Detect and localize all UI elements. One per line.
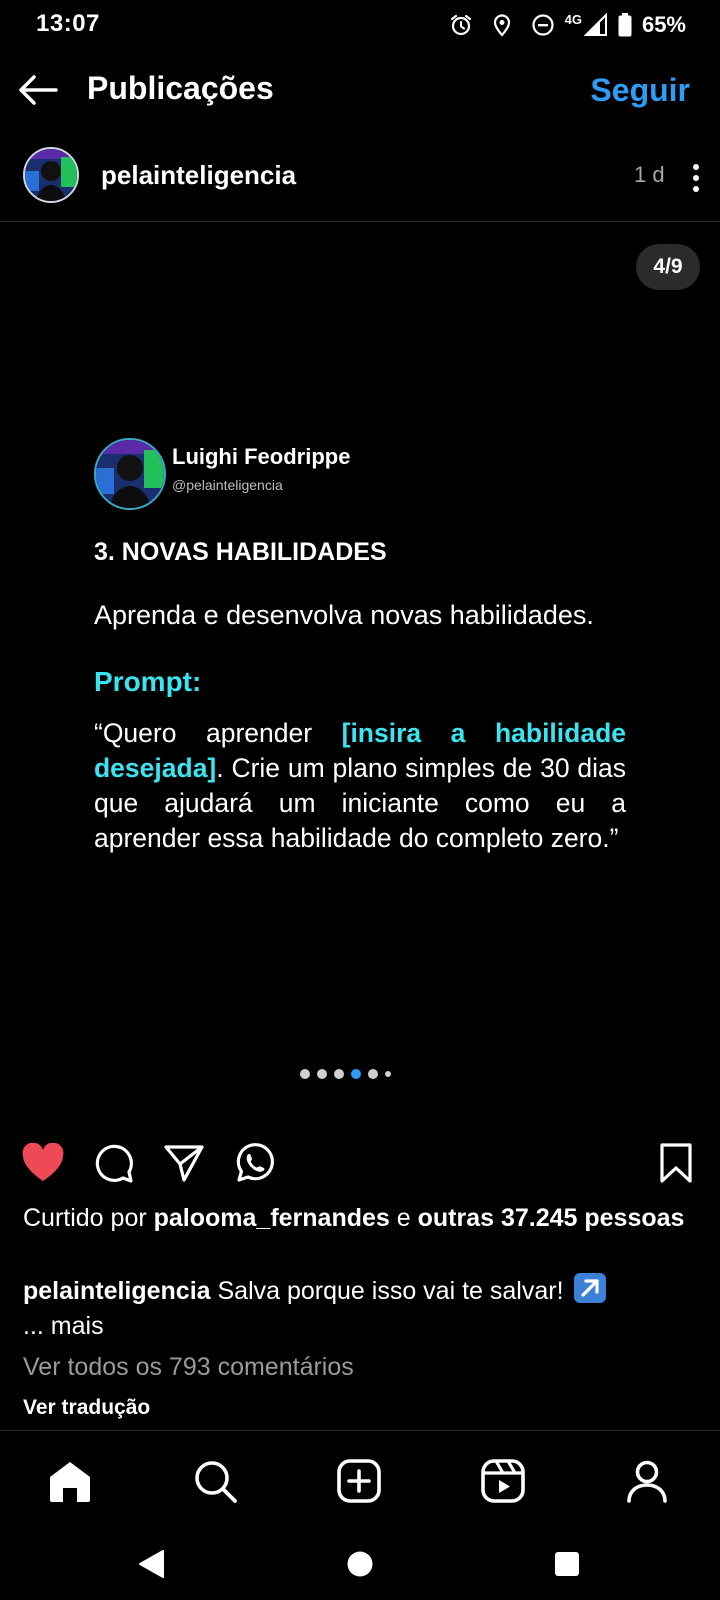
status-icons: 4G 65% [449, 8, 686, 42]
avatar[interactable] [23, 147, 79, 203]
status-time: 13:07 [36, 10, 100, 37]
system-recents-button[interactable] [547, 1544, 587, 1584]
card-author-handle: @pelainteligencia [172, 477, 283, 493]
whatsapp-icon [236, 1143, 274, 1182]
translate-link[interactable]: Ver tradução [23, 1396, 150, 1420]
quote-open: “Quero aprender [94, 718, 342, 748]
carousel-dot [317, 1069, 327, 1079]
header: Publicações Seguir [0, 58, 720, 122]
back-button[interactable] [18, 70, 66, 110]
bottom-navigation [0, 1430, 720, 1530]
network-type: 4G [564, 11, 582, 27]
bookmark-icon [660, 1143, 692, 1183]
circle-home-icon [347, 1551, 373, 1577]
home-icon [50, 1462, 90, 1502]
nav-search[interactable] [187, 1453, 243, 1509]
liked-joiner: e [389, 1204, 418, 1232]
arrow-up-right-icon [574, 1273, 607, 1303]
battery-icon [618, 13, 632, 37]
post-carousel[interactable]: 4/9 Luighi Feodrippe @pelainteligencia 3… [0, 222, 720, 1102]
comment-button[interactable] [91, 1140, 137, 1186]
heart-filled-icon [22, 1143, 64, 1181]
carousel-dot [368, 1069, 378, 1079]
profile-icon [627, 1460, 667, 1503]
author-name[interactable]: pelainteligencia [101, 160, 296, 191]
create-icon [337, 1459, 381, 1503]
card-prompt-text: “Quero aprender [insira a habilidade des… [94, 716, 626, 856]
triangle-back-icon [139, 1550, 164, 1578]
more-vertical-icon [693, 164, 699, 192]
like-button[interactable] [20, 1140, 66, 1186]
liked-prefix: Curtido por [23, 1204, 154, 1232]
carousel-dot [385, 1071, 391, 1077]
page-title: Publicações [87, 70, 274, 106]
post-header: pelainteligencia 1 d [0, 140, 720, 222]
whatsapp-share-button[interactable] [231, 1140, 277, 1186]
signal-icon [583, 13, 607, 36]
location-icon [493, 14, 510, 37]
post-caption: pelainteligencia Salva porque isso vai t… [23, 1273, 703, 1344]
reels-icon [481, 1459, 525, 1503]
caption-author[interactable]: pelainteligencia [23, 1277, 211, 1305]
card-prompt-label: Prompt: [94, 666, 202, 697]
search-icon [195, 1461, 237, 1503]
share-button[interactable] [161, 1140, 207, 1186]
card-avatar [94, 438, 166, 510]
do-not-disturb-icon [532, 14, 554, 36]
carousel-dots [300, 1069, 391, 1079]
send-icon [164, 1145, 204, 1182]
save-button[interactable] [653, 1140, 699, 1186]
square-recents-icon [555, 1552, 579, 1576]
liked-user[interactable]: palooma_fernandes [154, 1204, 390, 1232]
carousel-dot-active [351, 1069, 361, 1079]
caption-text: Salva porque isso vai te salvar! [210, 1277, 571, 1305]
liked-others[interactable]: outras 37.245 pessoas [418, 1204, 685, 1232]
more-options-button[interactable] [684, 158, 708, 198]
likes-summary[interactable]: Curtido por palooma_fernandes e outras 3… [23, 1201, 703, 1236]
post-time: 1 d [634, 162, 665, 187]
slide-counter: 4/9 [636, 244, 700, 290]
nav-profile[interactable] [619, 1453, 675, 1509]
alarm-icon [450, 14, 471, 36]
system-navigation [0, 1530, 720, 1600]
caption-more[interactable]: ... mais [23, 1312, 104, 1340]
card-subtitle: Aprenda e desenvolva novas habilidades. [94, 600, 594, 630]
nav-reels[interactable] [475, 1453, 531, 1509]
nav-home[interactable] [42, 1453, 98, 1509]
post-actions [0, 1140, 720, 1190]
card-author-name: Luighi Feodrippe [172, 444, 351, 469]
comment-icon [95, 1144, 133, 1183]
carousel-dot [300, 1069, 310, 1079]
nav-create[interactable] [331, 1453, 387, 1509]
battery-level: 65% [641, 12, 686, 37]
card-heading: 3. NOVAS HABILIDADES [94, 538, 387, 566]
arrow-left-icon [19, 75, 58, 105]
follow-button[interactable]: Seguir [590, 72, 690, 109]
view-comments-link[interactable]: Ver todos os 793 comentários [23, 1353, 354, 1382]
carousel-dot [334, 1069, 344, 1079]
system-home-button[interactable] [340, 1544, 380, 1584]
status-bar: 13:07 4G 65% [0, 0, 720, 52]
system-back-button[interactable] [131, 1544, 171, 1584]
